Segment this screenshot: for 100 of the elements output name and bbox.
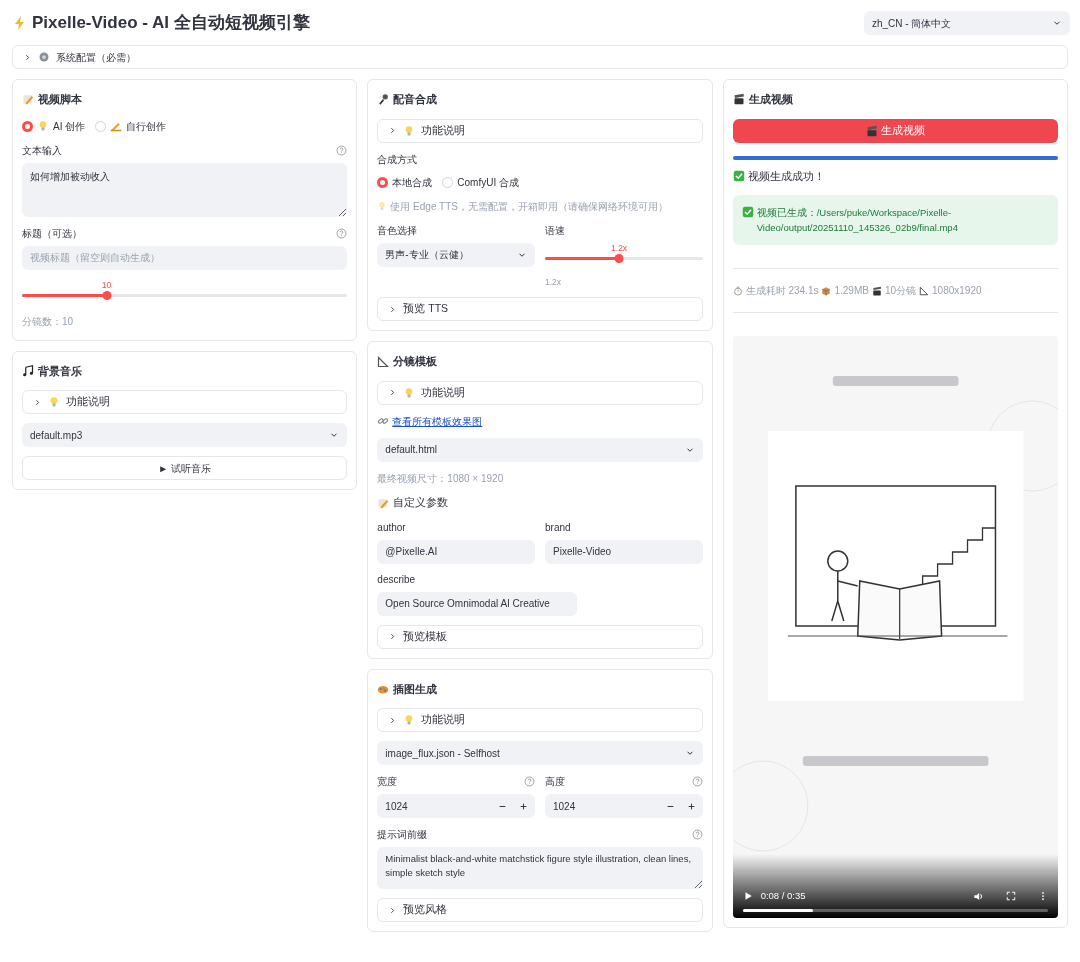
- text-input[interactable]: Pixelle-Video: [545, 539, 703, 564]
- field-label: brand: [545, 520, 571, 535]
- field-label: 文本输入: [22, 143, 62, 158]
- chevron-icon: [388, 905, 398, 915]
- plus-icon: [688, 802, 696, 810]
- clapper-icon: [732, 93, 745, 106]
- check-icon: [741, 206, 754, 219]
- slider-value: 1.2x: [611, 241, 628, 255]
- help-icon: [524, 776, 535, 787]
- writing-hand-icon: [110, 120, 123, 132]
- slider-track[interactable]: [545, 256, 703, 260]
- expander[interactable]: 系统配置（必需）: [12, 45, 1068, 69]
- radio-button[interactable]: [377, 176, 389, 188]
- check-icon: [732, 170, 745, 183]
- expander[interactable]: 功能说明: [377, 708, 703, 732]
- field-label: 标题（可选）: [22, 226, 82, 241]
- memo-icon: [22, 93, 34, 106]
- memo-icon: [377, 496, 390, 509]
- play-button[interactable]: ► 试听音乐: [22, 456, 348, 480]
- clapper-icon: [871, 285, 882, 296]
- language-select[interactable]: zh_CN - 簡体中文: [864, 11, 1070, 35]
- number-input[interactable]: 1024: [377, 794, 493, 818]
- expander[interactable]: 功能说明: [377, 118, 703, 143]
- stat-text: 1080x1920: [932, 284, 982, 299]
- triangle-ruler-icon: [919, 285, 930, 296]
- field-label: author: [377, 520, 406, 535]
- caption: 最终视频尺寸：1080 × 1920: [377, 471, 505, 486]
- stat-text: 1.29MB: [834, 284, 869, 299]
- template-select[interactable]: default.html: [377, 437, 703, 462]
- voice-select[interactable]: 男声-专业（云健）: [377, 242, 535, 267]
- radio-label: AI 创作: [53, 119, 86, 134]
- field-label: 提示词前缀: [377, 828, 428, 842]
- panel-title: 配音合成: [393, 92, 438, 107]
- plus-button[interactable]: [680, 794, 703, 818]
- status-text: 视频生成成功！: [747, 168, 825, 184]
- slider-value: 10: [101, 278, 112, 292]
- radio-button[interactable]: [22, 120, 33, 132]
- field-label: 宽度: [377, 775, 398, 789]
- text-area[interactable]: 如何增加被动收入: [22, 162, 348, 217]
- slider-thumb[interactable]: [102, 290, 112, 300]
- microphone-icon: [377, 93, 390, 106]
- app-title: Pixelle-Video - AI 全自动短视频引擎: [32, 12, 310, 35]
- chevron-icon: [388, 632, 398, 641]
- workflow-select[interactable]: image_flux.json - Selfhost: [377, 741, 703, 765]
- radio-label: 本地合成: [392, 175, 433, 190]
- expander[interactable]: 预览模板: [377, 624, 703, 649]
- panel-title: 分镜模板: [393, 354, 438, 370]
- expander[interactable]: 预览风格: [377, 898, 703, 922]
- triangle-ruler-icon: [377, 355, 390, 368]
- clapper-icon: [865, 124, 878, 137]
- help-icon: [336, 227, 348, 239]
- slider-track[interactable]: [22, 293, 348, 297]
- chevron-icon: [23, 52, 32, 62]
- chevron-icon: [388, 304, 398, 314]
- bulb-icon: [48, 396, 60, 408]
- help-icon: [336, 144, 348, 156]
- section-title: 自定义参数: [393, 494, 449, 510]
- plus-icon: [520, 802, 528, 810]
- number-input[interactable]: 1024: [545, 794, 661, 818]
- text-input[interactable]: 视频标题（留空则自动生成）: [22, 245, 348, 270]
- slider-thumb[interactable]: [614, 253, 624, 263]
- fullscreen-icon[interactable]: [1006, 891, 1016, 902]
- music-select[interactable]: default.mp3: [22, 423, 348, 447]
- success-message: 视频已生成：/Users/puke/Workspace/Pixelle-Video/output/20251110_145326_02b9/final.mp4: [756, 206, 959, 236]
- panel-title: 生成视频: [748, 92, 793, 107]
- package-icon: [821, 285, 832, 296]
- caption: 1.2x: [545, 275, 563, 289]
- stat-text: 10分镜: [884, 284, 917, 299]
- prompt-area[interactable]: Minimalist black-and-white matchstick figure style illustration, clean lines, simple sketch style: [377, 847, 703, 889]
- text-input[interactable]: @Pixelle.AI: [377, 539, 535, 564]
- help-icon: [691, 776, 703, 787]
- expander[interactable]: 功能说明: [22, 390, 348, 414]
- field-label: 高度: [545, 775, 565, 789]
- bulb-icon: [37, 120, 49, 132]
- stat-text: 生成耗时 234.1s: [745, 284, 819, 299]
- field-label: 音色选择: [377, 223, 418, 238]
- chevron-icon: [388, 715, 398, 725]
- field-label: describe: [377, 572, 416, 587]
- hint-text: 使用 Edge TTS，无需配置，开箱即用（请确保网络环境可用）: [390, 199, 668, 214]
- video-progress[interactable]: [742, 909, 1048, 913]
- field-label: 语速: [545, 223, 565, 238]
- stopwatch-icon: [732, 285, 743, 296]
- generate-button[interactable]: 生成视频: [732, 118, 1058, 143]
- bulb-icon: [377, 201, 388, 211]
- radio-label: 自行创作: [126, 119, 167, 134]
- chevron-icon: [388, 126, 398, 135]
- time-display: 0:08 / 0:35: [760, 889, 806, 903]
- panel-title: 插图生成: [393, 681, 438, 697]
- chevron-icon: [33, 397, 42, 407]
- expander[interactable]: 功能说明: [377, 380, 703, 405]
- panel-title: 背景音乐: [38, 363, 82, 379]
- music-note-icon: [22, 364, 34, 377]
- caption: 分镜数：10: [22, 314, 75, 329]
- field-label: 合成方式: [377, 152, 418, 167]
- text-input[interactable]: Open Source Omnimodal AI Creative: [377, 591, 578, 616]
- help-icon: [691, 829, 703, 840]
- radio-label: ComfyUI 合成: [457, 175, 519, 190]
- expander[interactable]: 预览 TTS: [377, 297, 703, 322]
- plus-button[interactable]: [513, 794, 535, 818]
- template-link[interactable]: 查看所有模板效果图: [392, 413, 483, 429]
